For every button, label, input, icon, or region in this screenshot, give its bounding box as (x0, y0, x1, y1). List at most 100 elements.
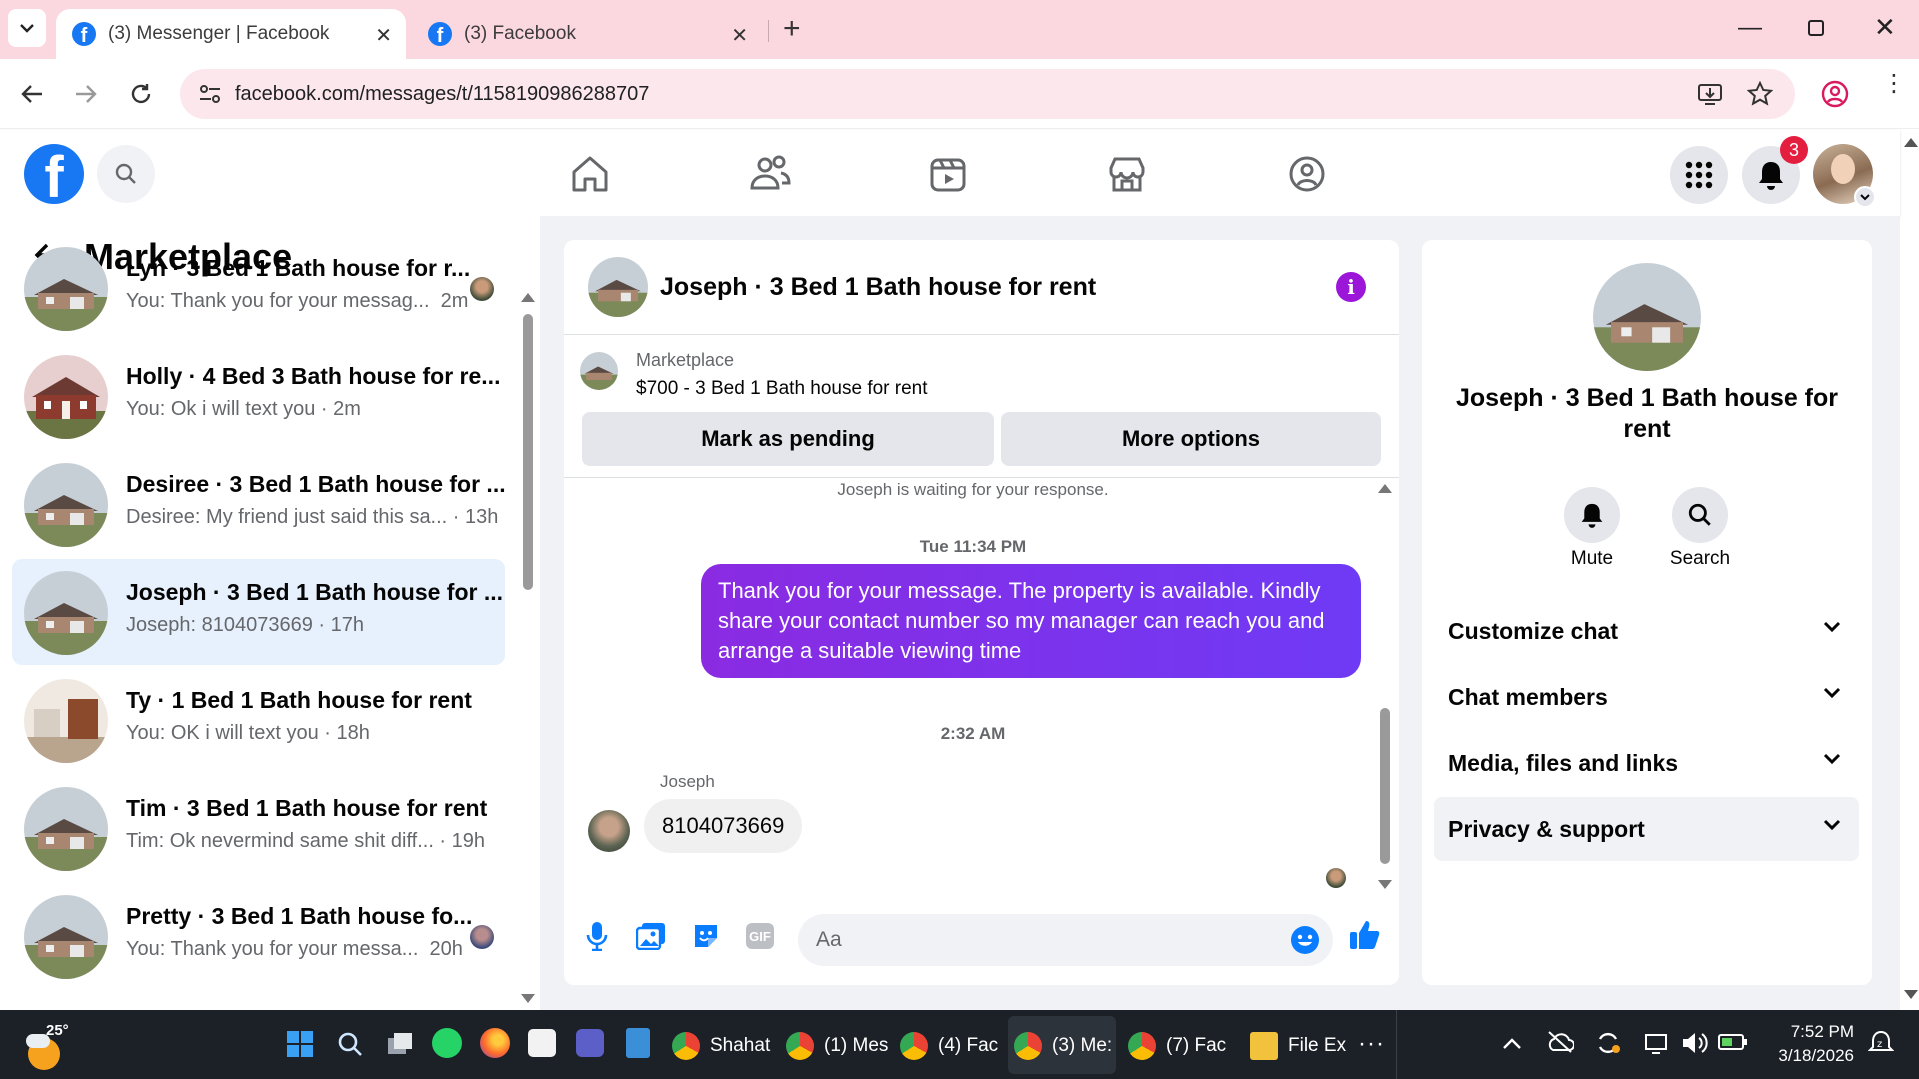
close-tab-icon[interactable]: ✕ (731, 23, 748, 48)
taskbar-app-chrome-4[interactable]: (3) Me: (1014, 1028, 1112, 1064)
tab-messenger[interactable]: f (3) Messenger | Facebook ✕ (56, 9, 406, 59)
home-icon[interactable] (568, 152, 612, 196)
conversation-row-pretty[interactable]: Pretty · 3 Bed 1 Bath house fo... You: T… (12, 883, 505, 991)
taskbar-app-file-explorer[interactable]: File Ex (1250, 1028, 1346, 1064)
account-dropdown-button[interactable] (1854, 186, 1876, 208)
conversation-row-desiree[interactable]: Desiree · 3 Bed 1 Bath house for ... Des… (12, 451, 506, 557)
volume-icon[interactable] (1680, 1029, 1708, 1057)
tab-search-button[interactable] (8, 9, 46, 47)
facebook-logo[interactable]: f (24, 144, 84, 204)
thread-scrollbar-thumb[interactable] (1380, 708, 1390, 864)
teams-icon[interactable] (576, 1029, 604, 1057)
browser-toolbar: facebook.com/messages/t/1158190986288707… (0, 59, 1919, 129)
sender-avatar[interactable] (588, 810, 630, 852)
listing-thumbnail (24, 355, 108, 439)
thread-scroll-down[interactable] (1378, 880, 1392, 889)
message-thread: Joseph is waiting for your response. Tue… (564, 480, 1399, 889)
details-name: Joseph · 3 Bed 1 Bath house for rent (1455, 384, 1838, 443)
friends-icon[interactable] (748, 152, 792, 196)
list-scroll-up[interactable] (521, 293, 535, 302)
taskbar-app-chrome-3[interactable]: (4) Fac (900, 1028, 998, 1064)
listing-thumbnail (24, 787, 108, 871)
mute-button[interactable] (1564, 487, 1620, 543)
groups-icon[interactable] (1285, 152, 1329, 196)
tab-divider (768, 20, 769, 42)
list-scrollbar-thumb[interactable] (523, 314, 533, 590)
network-icon[interactable] (1642, 1029, 1670, 1057)
install-app-icon[interactable] (1697, 82, 1723, 106)
privacy-support-section[interactable]: Privacy & support (1434, 797, 1859, 861)
details-avatar[interactable] (1593, 263, 1701, 371)
forward-arrow-icon[interactable] (74, 83, 98, 105)
conversation-row-ty[interactable]: Ty · 1 Bed 1 Bath house for rent You: OK… (12, 667, 505, 773)
conversation-row-lyn[interactable]: Lyn · 3 Bed 1 Bath house for r... You: T… (12, 235, 505, 341)
page-scroll-down[interactable] (1904, 990, 1918, 999)
search-in-chat-button[interactable] (1672, 487, 1728, 543)
close-tab-icon[interactable]: ✕ (375, 23, 392, 48)
more-apps-icon[interactable]: ··· (1358, 1030, 1385, 1058)
info-icon[interactable]: i (1336, 272, 1366, 302)
sticker-icon[interactable] (692, 922, 720, 950)
clock-date[interactable]: 3/18/2026 (1764, 1046, 1854, 1066)
cloud-off-icon[interactable] (1546, 1030, 1574, 1054)
list-scroll-down[interactable] (521, 994, 535, 1003)
chevron-down-icon (1823, 753, 1841, 765)
message-input[interactable]: Aa (798, 914, 1333, 966)
emoji-icon[interactable] (1290, 925, 1320, 955)
taskbar-app-chrome-5[interactable]: (7) Fac (1128, 1028, 1226, 1064)
listing-thumbnail[interactable] (580, 352, 618, 390)
microphone-icon[interactable] (586, 921, 608, 951)
sync-icon[interactable] (1594, 1029, 1622, 1057)
chat-avatar[interactable] (588, 257, 648, 317)
notification-center-icon[interactable]: z (1868, 1030, 1894, 1056)
tab-facebook[interactable]: f (3) Facebook ✕ (412, 9, 762, 59)
taskbar-app-chrome-1[interactable]: Shahat (672, 1028, 770, 1064)
menu-button[interactable] (1670, 146, 1728, 204)
reload-icon[interactable] (128, 81, 154, 107)
search-icon[interactable] (336, 1030, 364, 1058)
bookmark-star-icon[interactable] (1747, 81, 1773, 107)
clock-time[interactable]: 7:52 PM (1764, 1022, 1854, 1042)
whatsapp-icon[interactable] (432, 1028, 462, 1058)
notepad-icon[interactable] (626, 1028, 650, 1058)
close-window-button[interactable]: ✕ (1874, 12, 1896, 43)
bell-icon (1581, 503, 1603, 528)
conversation-row-holly[interactable]: Holly · 4 Bed 3 Bath house for re... You… (12, 343, 505, 449)
photo-icon[interactable] (636, 922, 666, 950)
browser-menu-icon[interactable]: ⋮ (1882, 72, 1906, 96)
taskbar-app-chrome-2[interactable]: (1) Mes (786, 1028, 888, 1064)
site-settings-icon[interactable] (198, 83, 222, 105)
back-arrow-icon[interactable] (20, 83, 44, 105)
windows-start-icon[interactable] (286, 1030, 314, 1058)
conversation-snippet: You: OK i will text you · 18h (126, 722, 370, 744)
outgoing-message-bubble[interactable]: Thank you for your message. The property… (701, 564, 1361, 678)
restore-button[interactable] (1808, 20, 1824, 36)
video-icon[interactable] (926, 152, 970, 196)
profile-icon[interactable] (1820, 79, 1850, 109)
incoming-message-bubble[interactable]: 8104073669 (644, 799, 803, 853)
more-options-button[interactable]: More options (1001, 412, 1381, 466)
timestamp: Tue 11:34 PM (919, 537, 1027, 556)
media-files-links-section[interactable]: Media, files and links (1434, 731, 1859, 795)
thumbs-up-icon[interactable] (1349, 919, 1381, 951)
conversation-row-tim[interactable]: Tim · 3 Bed 1 Bath house for rent Tim: O… (12, 775, 505, 881)
scroll-up-arrow[interactable] (1904, 138, 1918, 147)
address-bar[interactable]: facebook.com/messages/t/1158190986288707 (180, 69, 1795, 119)
chevron-up-icon[interactable] (1502, 1036, 1522, 1050)
battery-icon[interactable] (1718, 1032, 1748, 1052)
customize-chat-section[interactable]: Customize chat (1434, 599, 1859, 663)
firefox-icon[interactable] (480, 1028, 510, 1058)
conversation-sidebar: Marketplace Lyn · 3 Bed 1 Bath house for… (0, 216, 540, 1010)
minimize-button[interactable]: — (1738, 14, 1762, 42)
marketplace-icon[interactable] (1105, 152, 1149, 196)
mark-as-pending-button[interactable]: Mark as pending (582, 412, 994, 466)
new-tab-button[interactable]: + (783, 12, 801, 46)
chat-members-section[interactable]: Chat members (1434, 665, 1859, 729)
gif-icon[interactable]: GIF (746, 923, 774, 949)
search-button[interactable] (97, 145, 155, 203)
task-view-icon[interactable] (386, 1030, 414, 1058)
thread-scroll-up[interactable] (1378, 484, 1392, 493)
app-icon[interactable] (528, 1029, 556, 1057)
conversation-row-joseph[interactable]: Joseph · 3 Bed 1 Bath house for ... Jose… (12, 559, 505, 665)
listing-title[interactable]: $700 - 3 Bed 1 Bath house for rent (636, 378, 928, 400)
